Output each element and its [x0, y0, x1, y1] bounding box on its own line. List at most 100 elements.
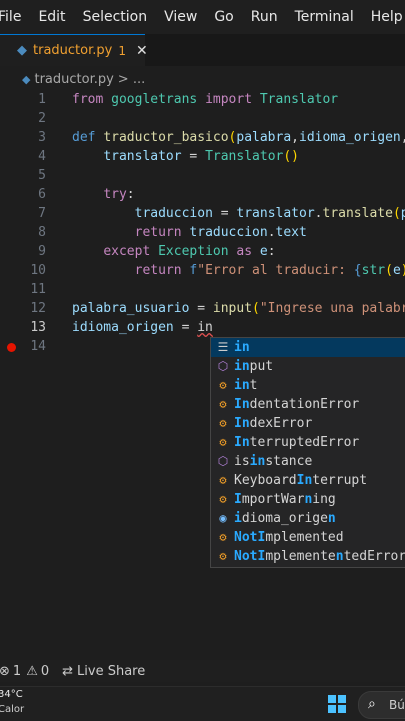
- weather-condition[interactable]: Calor: [0, 704, 24, 715]
- menu-terminal[interactable]: Terminal: [295, 9, 354, 25]
- python-file-icon: ◆: [17, 43, 27, 58]
- class-icon: ⚙: [219, 435, 227, 449]
- line-number: 4: [38, 149, 46, 164]
- class-icon: ⚙: [219, 492, 227, 506]
- suggestion-item[interactable]: ⚙ InterruptedError: [211, 433, 405, 452]
- line-number: 1: [38, 92, 46, 107]
- class-icon: ⚙: [219, 397, 227, 411]
- method-icon: ⬡: [217, 454, 229, 468]
- autocomplete-popup: ☰ in ⬡ input ⚙ int ⚙ IndentationError ⚙ IndexErro…: [210, 337, 405, 568]
- suggestion-item[interactable]: ⚙ NotImplemententedError: [211, 547, 405, 566]
- code-line[interactable]: 13 idioma_origen = in: [0, 318, 405, 337]
- class-icon: ⚙: [219, 416, 227, 430]
- code-line[interactable]: 10 return f"Error al traducir: {str(e)): [0, 261, 405, 280]
- error-count[interactable]: 1: [13, 664, 21, 679]
- line-number: 12: [30, 301, 46, 316]
- code-text: def traductor_basico(palabra,idioma_orig…: [72, 130, 405, 145]
- tab-close-button[interactable]: ✕: [136, 43, 148, 59]
- tab-filename: traductor.py: [33, 43, 113, 58]
- search-icon: ⌕: [368, 696, 376, 712]
- suggestion-label: ImportWarning: [234, 492, 336, 507]
- suggestion-item[interactable]: ⚙ KeyboardInterrupt: [211, 471, 405, 490]
- keyword-icon: ☰: [217, 340, 229, 354]
- tab-traductor[interactable]: ◆ traductor.py 1 ✕: [0, 34, 148, 66]
- variable-icon: ◉: [219, 511, 227, 525]
- code-line[interactable]: 5: [0, 166, 405, 185]
- suggestion-item[interactable]: ⚙ IndentationError: [211, 395, 405, 414]
- code-text: return f"Error al traducir: {str(e)): [134, 263, 405, 278]
- suggestion-label: in: [234, 340, 250, 355]
- menu-go[interactable]: Go: [214, 9, 233, 25]
- code-line[interactable]: 6 try:: [0, 185, 405, 204]
- menu-selection[interactable]: Selection: [83, 9, 148, 25]
- breadcrumb-more[interactable]: > ...: [118, 72, 145, 87]
- menu-bar: File Edit Selection View Go Run Terminal…: [0, 0, 405, 34]
- line-number: 2: [38, 111, 46, 126]
- code-text: return traduccion.text: [134, 225, 307, 240]
- suggestion-item[interactable]: ⚙ int: [211, 376, 405, 395]
- suggestion-label: int: [234, 378, 258, 393]
- menu-run[interactable]: Run: [251, 9, 278, 25]
- suggestion-label: NotImplemententedError: [234, 549, 405, 564]
- live-share-label[interactable]: Live Share: [77, 664, 145, 679]
- class-icon: ⚙: [219, 473, 227, 487]
- class-icon: ⚙: [219, 549, 227, 563]
- suggestion-item[interactable]: ⚙ NotImplemented: [211, 528, 405, 547]
- code-line[interactable]: 3 def traductor_basico(palabra,idioma_ori…: [0, 128, 405, 147]
- live-share-icon[interactable]: ⇄: [62, 664, 73, 679]
- code-text: except Exception as e:: [103, 244, 276, 259]
- menu-view[interactable]: View: [164, 9, 197, 25]
- suggestion-label: IndentationError: [234, 397, 360, 412]
- menu-help[interactable]: Help: [371, 9, 403, 25]
- suggestion-label: isinstance: [234, 454, 313, 469]
- suggestion-item[interactable]: ◉ idioma_origen: [211, 509, 405, 528]
- menu-edit[interactable]: Edit: [38, 9, 65, 25]
- suggestion-item[interactable]: ☰ in: [211, 338, 405, 357]
- windows-start-icon[interactable]: [328, 695, 346, 713]
- code-editor[interactable]: 1 from googletrans import Translator 2 3 def…: [0, 90, 405, 356]
- code-line[interactable]: 2: [0, 109, 405, 128]
- class-icon: ⚙: [219, 378, 227, 392]
- error-icon[interactable]: ⊗: [0, 664, 10, 679]
- breadcrumb-file[interactable]: traductor.py: [34, 72, 113, 87]
- code-text: translator = Translator(): [103, 149, 300, 164]
- taskbar: 34°C Calor ⌕ Bús: [0, 686, 405, 721]
- line-number: 11: [30, 282, 46, 297]
- suggestion-item[interactable]: ⬡ input: [211, 357, 405, 376]
- line-number: 6: [38, 187, 46, 202]
- suggestion-item[interactable]: ⚙ IndexError: [211, 414, 405, 433]
- suggestion-label: InterruptedError: [234, 435, 360, 450]
- method-icon: ⬡: [217, 359, 229, 373]
- line-number: 8: [38, 225, 46, 240]
- code-line[interactable]: 9 except Exception as e:: [0, 242, 405, 261]
- taskbar-search[interactable]: ⌕ Bús: [358, 691, 405, 719]
- code-line[interactable]: 11: [0, 280, 405, 299]
- warning-icon[interactable]: ⚠: [26, 664, 38, 679]
- breakpoint-icon[interactable]: [7, 343, 16, 352]
- search-label: Bús: [389, 698, 405, 712]
- code-text: idioma_origen = in: [72, 320, 213, 335]
- code-text: try:: [103, 187, 135, 202]
- python-file-icon: ◆: [22, 72, 31, 86]
- line-number: 3: [38, 130, 46, 145]
- code-line[interactable]: 1 from googletrans import Translator: [0, 90, 405, 109]
- suggestion-label: NotImplemented: [234, 530, 344, 545]
- warning-count[interactable]: 0: [41, 664, 49, 679]
- tab-bar: ◆ traductor.py 1 ✕: [0, 34, 405, 66]
- class-icon: ⚙: [219, 530, 227, 544]
- code-line[interactable]: 7 traduccion = translator.translate(pa: [0, 204, 405, 223]
- suggestion-label: KeyboardInterrupt: [234, 473, 368, 488]
- line-number: 9: [38, 244, 46, 259]
- code-line[interactable]: 8 return traduccion.text: [0, 223, 405, 242]
- code-line[interactable]: 12 palabra_usuario = input("Ingrese una p…: [0, 299, 405, 318]
- code-line[interactable]: 4 translator = Translator(): [0, 147, 405, 166]
- code-text: from googletrans import Translator: [72, 92, 339, 107]
- menu-file[interactable]: File: [0, 9, 21, 25]
- suggestion-item[interactable]: ⚙ ImportWarning: [211, 490, 405, 509]
- line-number: 10: [30, 263, 46, 278]
- status-bar: ⊗ 1 ⚠ 0 ⇄ Live Share: [0, 660, 405, 682]
- suggestion-label: idioma_origen: [234, 511, 336, 526]
- suggestion-item[interactable]: ⬡ isinstance: [211, 452, 405, 471]
- line-number: 13: [30, 320, 46, 335]
- weather-temp[interactable]: 34°C: [0, 689, 23, 700]
